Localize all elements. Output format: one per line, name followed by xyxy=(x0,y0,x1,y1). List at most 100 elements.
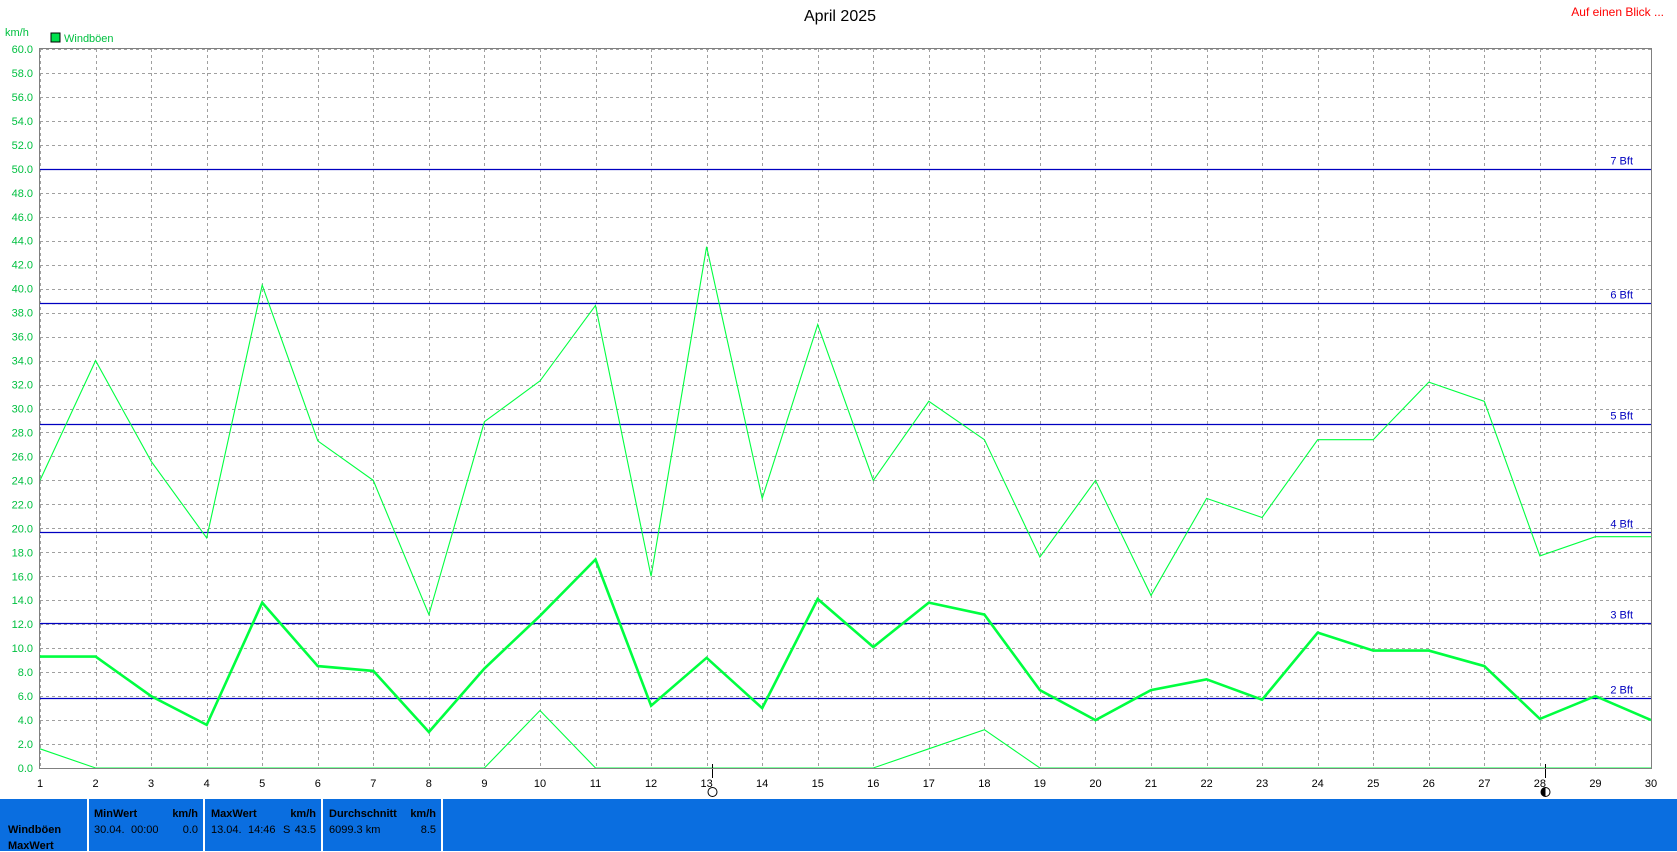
stats-panel: Windböen MaxWert MinWert km/h 30.04. 00:… xyxy=(0,799,1677,852)
x-tick-label: 23 xyxy=(1256,778,1268,790)
grid xyxy=(40,49,1652,769)
beaufort-label: 3 Bft xyxy=(1610,610,1633,622)
y-tick-label: 10.0 xyxy=(12,643,33,655)
max-header: MaxWert xyxy=(211,808,257,820)
x-tick-label: 2 xyxy=(92,778,98,790)
x-tick-label: 8 xyxy=(426,778,432,790)
y-tick-label: 40.0 xyxy=(12,284,33,296)
x-tick-label: 22 xyxy=(1200,778,1212,790)
y-tick-label: 56.0 xyxy=(12,92,33,104)
y-tick-label: 8.0 xyxy=(18,667,33,679)
x-tick-label: 16 xyxy=(867,778,879,790)
y-tick-label: 12.0 xyxy=(12,619,33,631)
x-tick-label: 24 xyxy=(1312,778,1324,790)
y-tick-label: 26.0 xyxy=(12,451,33,463)
max-time: 14:46 xyxy=(248,824,276,836)
x-tick-label: 3 xyxy=(148,778,154,790)
y-tick-label: 48.0 xyxy=(12,188,33,200)
min-value: 0.0 xyxy=(182,824,198,836)
x-tick-label: 6 xyxy=(315,778,321,790)
y-tick-label: 34.0 xyxy=(12,356,33,368)
x-tick-label: 25 xyxy=(1367,778,1379,790)
x-tick-label: 5 xyxy=(259,778,265,790)
avg-unit: km/h xyxy=(410,808,436,820)
max-direction: S xyxy=(283,824,291,836)
new-moon-icon xyxy=(1540,787,1551,797)
y-tick-label: 60.0 xyxy=(12,44,33,56)
stats-row-label-2: MaxWert xyxy=(8,840,54,852)
stats-max-cell: MaxWert km/h 13.04. 14:46 S 43.5 xyxy=(205,799,321,851)
series-line-average xyxy=(40,557,1652,734)
x-tick-label: 4 xyxy=(204,778,210,790)
x-tick-label: 21 xyxy=(1145,778,1157,790)
stats-row-label: Windböen xyxy=(8,824,62,836)
beaufort-label: 6 Bft xyxy=(1610,290,1633,302)
avg-value: 8.5 xyxy=(420,824,436,836)
legend-swatch xyxy=(50,32,61,43)
x-tick-label: 11 xyxy=(590,778,601,790)
y-tick-label: 6.0 xyxy=(18,691,33,703)
y-tick-label: 32.0 xyxy=(12,380,33,392)
beaufort-label: 2 Bft xyxy=(1610,685,1633,697)
x-tick-label: 7 xyxy=(370,778,376,790)
x-tick-label: 29 xyxy=(1589,778,1601,790)
chart-title: April 2025 xyxy=(804,8,876,25)
stats-min-cell: MinWert km/h 30.04. 00:00 0.0 xyxy=(89,799,203,851)
max-value: 43.5 xyxy=(294,824,316,836)
y-tick-label: 30.0 xyxy=(12,404,33,416)
x-tick-label: 19 xyxy=(1034,778,1046,790)
y-tick-label: 52.0 xyxy=(12,140,33,152)
x-tick-label: 20 xyxy=(1089,778,1101,790)
y-tick-label: 42.0 xyxy=(12,260,33,272)
y-tick-label: 58.0 xyxy=(12,68,33,80)
min-time: 00:00 xyxy=(131,824,159,836)
x-tick-label: 1 xyxy=(37,778,43,790)
x-tick-label: 27 xyxy=(1478,778,1490,790)
beaufort-lines: 2 Bft 3 Bft 4 Bft 5 Bft 6 Bft 7 Bft xyxy=(40,156,1651,700)
y-tick-label: 18.0 xyxy=(12,547,33,559)
y-tick-label: 4.0 xyxy=(18,715,33,727)
x-tick-label: 30 xyxy=(1645,778,1657,790)
y-tick-label: 54.0 xyxy=(12,116,33,128)
x-tick-label: 14 xyxy=(756,778,768,790)
min-date: 30.04. xyxy=(94,824,125,836)
beaufort-label: 4 Bft xyxy=(1610,519,1633,531)
y-tick-labels: 0.0 2.0 4.0 6.0 8.0 10.0 12.0 14.0 16.0 18.0 20.0 2… xyxy=(12,44,33,775)
series-line-min xyxy=(39,709,1651,769)
y-tick-label: 14.0 xyxy=(12,595,33,607)
y-tick-label: 38.0 xyxy=(12,308,33,320)
stats-avg-cell: Durchschnitt km/h 6099.3 km 8.5 xyxy=(323,799,441,851)
y-tick-label: 36.0 xyxy=(12,332,33,344)
x-tick-label: 9 xyxy=(481,778,487,790)
y-tick-label: 22.0 xyxy=(12,499,33,511)
avg-header: Durchschnitt xyxy=(329,808,397,820)
y-tick-label: 28.0 xyxy=(12,427,33,439)
min-unit: km/h xyxy=(172,808,198,820)
max-unit: km/h xyxy=(290,808,316,820)
series-line-max xyxy=(39,246,1651,617)
y-tick-label: 46.0 xyxy=(12,212,33,224)
y-tick-label: 20.0 xyxy=(12,523,33,535)
beaufort-label: 7 Bft xyxy=(1610,156,1633,168)
stats-row-label-cell: Windböen MaxWert xyxy=(0,799,87,852)
y-tick-label: 2.0 xyxy=(18,739,33,751)
y-tick-label: 50.0 xyxy=(12,164,33,176)
overview-link[interactable]: Auf einen Blick ... xyxy=(1571,5,1664,19)
x-tick-label: 26 xyxy=(1423,778,1435,790)
stats-panel-filler xyxy=(443,799,1677,851)
x-tick-label: 18 xyxy=(978,778,990,790)
legend-label[interactable]: Windböen xyxy=(64,33,114,45)
x-tick-label: 17 xyxy=(923,778,935,790)
y-tick-label: 24.0 xyxy=(12,475,33,487)
y-tick-label: 16.0 xyxy=(12,571,33,583)
min-header: MinWert xyxy=(94,808,138,820)
beaufort-label: 5 Bft xyxy=(1610,411,1633,423)
series-lines xyxy=(39,246,1652,769)
wind-gust-chart: April 2025 Auf einen Blick ... km/h Wind… xyxy=(5,5,1664,797)
x-tick-label: 12 xyxy=(645,778,657,790)
full-moon-icon xyxy=(707,787,718,797)
y-tick-label: 0.0 xyxy=(18,763,33,775)
y-tick-label: 44.0 xyxy=(12,236,33,248)
plot-frame xyxy=(39,48,1652,769)
x-tick-label: 15 xyxy=(812,778,824,790)
